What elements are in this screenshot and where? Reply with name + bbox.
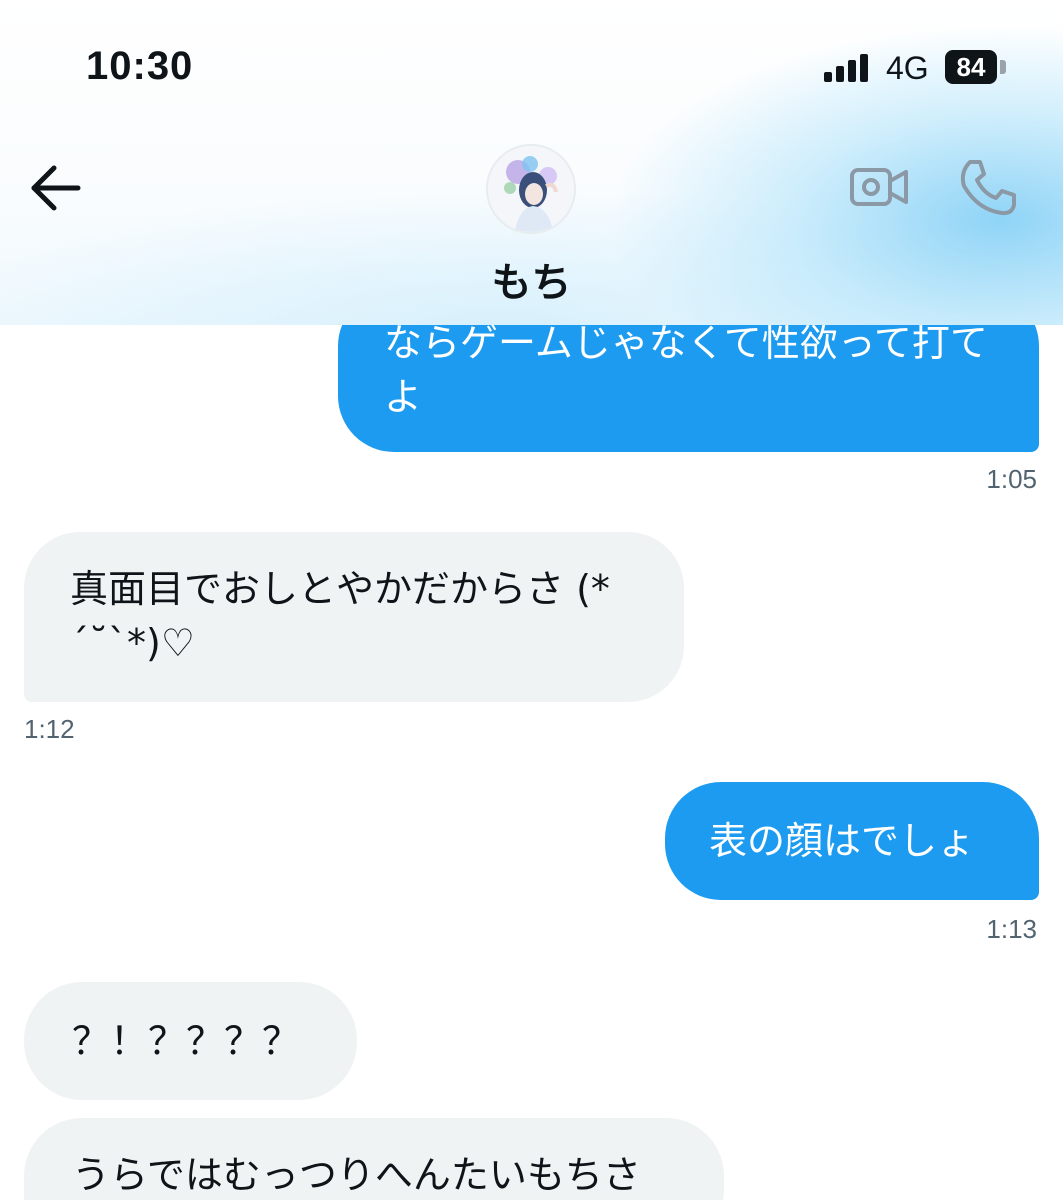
phone-icon[interactable] — [956, 156, 1018, 218]
conversation-header: 10:30 4G 84 もち — [0, 0, 1063, 325]
contact-name[interactable]: もち — [0, 250, 1063, 308]
battery-tip — [1000, 60, 1006, 74]
contact-avatar[interactable] — [486, 144, 576, 234]
network-type: 4G — [886, 50, 929, 86]
incoming-message[interactable]: ？！？？？？ — [24, 982, 357, 1100]
arrow-left-icon[interactable] — [26, 160, 86, 216]
message-timestamp: 1:12 — [24, 714, 75, 744]
incoming-message[interactable]: 真面目でおしとやかだからさ (*´˘`*)♡ — [24, 532, 684, 702]
status-time: 10:30 — [86, 44, 194, 88]
message-timestamp: 1:05 — [986, 464, 1037, 494]
incoming-message[interactable]: うらではむっつりへんたいもちさ — [24, 1118, 724, 1200]
video-camera-icon[interactable] — [848, 162, 910, 212]
signal-strength-icon — [824, 54, 868, 82]
message-timestamp: 1:13 — [986, 914, 1037, 944]
outgoing-message[interactable]: 表の顔はでしょ — [665, 782, 1039, 900]
battery-indicator: 84 — [945, 50, 997, 84]
